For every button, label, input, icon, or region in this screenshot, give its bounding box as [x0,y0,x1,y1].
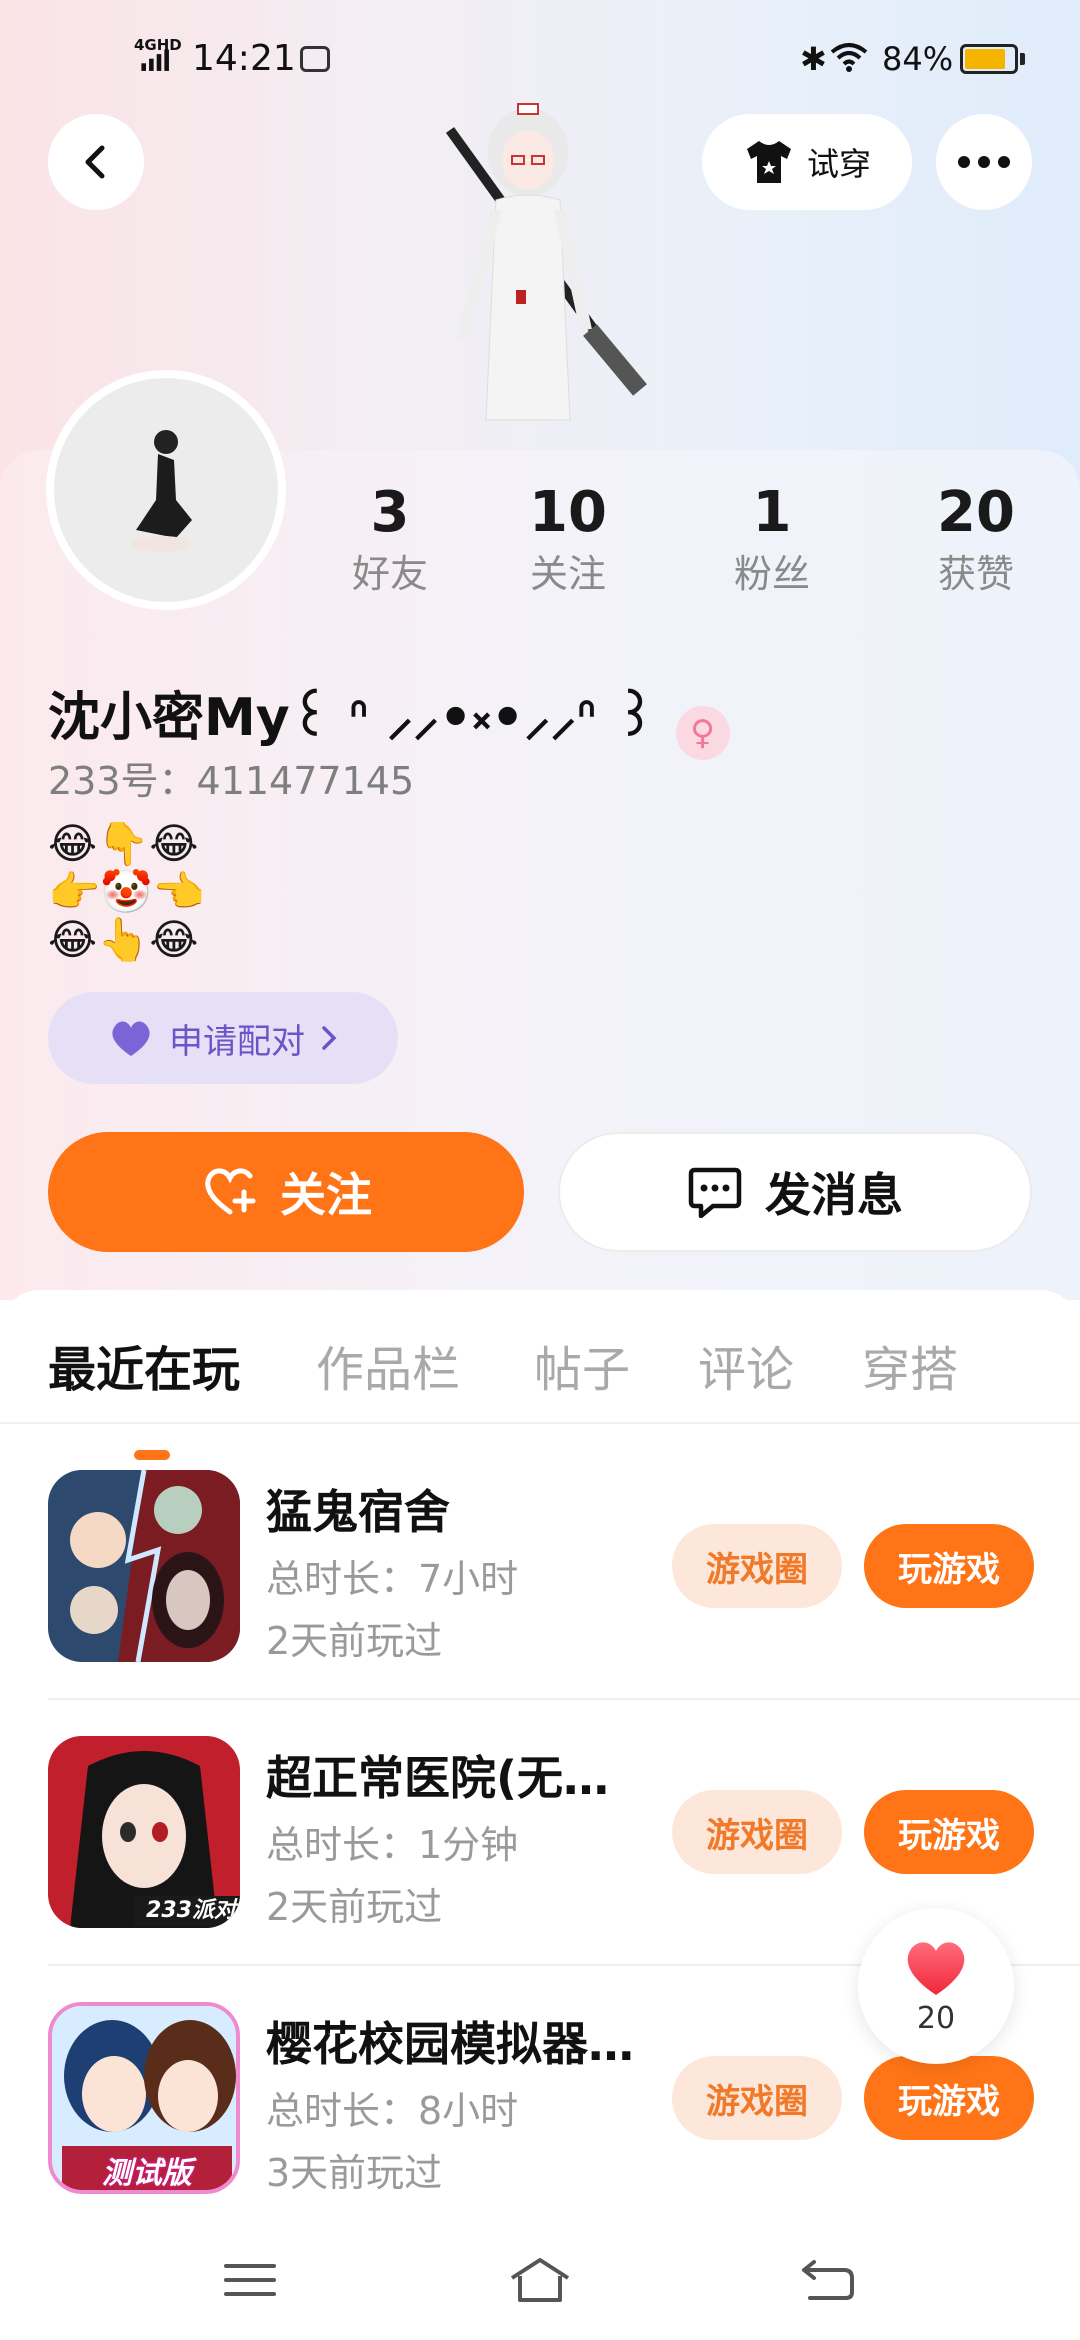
more-dots-icon [958,156,1010,168]
follow-label: 关注 [280,1168,372,1222]
row-divider [48,1698,1080,1700]
game-duration: 总时长：8小时 [266,2089,519,2133]
menu-icon [224,2264,276,2296]
chevron-left-icon [85,145,105,179]
stat-number: 3 [370,480,410,545]
bio: 😂👇😂 👉🤡👈 😂👆😂 [48,819,205,964]
profile-tabs: 最近在玩 作品栏 帖子 评论 穿搭 [0,1330,1080,1460]
stat-label: 关注 [529,552,606,596]
avatar[interactable] [46,370,286,610]
tabs-divider [0,1422,1080,1424]
stat-number: 1 [752,480,792,545]
chat-bubble-icon [688,1167,742,1218]
game-icon-badge: 233派对 [146,1898,236,1923]
game-icon-hospital[interactable]: 233派对 [48,1736,240,1928]
battery-percent: 84% [882,40,954,78]
avatar-figure-icon [132,430,192,552]
game-circle-button[interactable]: 游戏圈 [672,1790,842,1874]
game-icon-badge: 测试版 [102,2156,192,2191]
message-label: 发消息 [765,1168,903,1222]
tab-recently-played[interactable]: 最近在玩 [48,1330,240,1400]
heart-icon [112,1021,150,1056]
try-on-label: 试穿 [806,145,871,183]
app-notification-icon [300,46,330,72]
profile-stats: 3 好友 10 关注 1 粉丝 20 获赞 [310,478,1060,618]
game-icon-ghost-dorm[interactable] [48,1470,240,1662]
battery-icon [960,44,1018,74]
user-id: 233号：411477145 [48,759,415,803]
tab-outfits[interactable]: 穿搭 [862,1330,958,1400]
stat-friends[interactable]: 3 好友 [310,478,470,600]
menu-button[interactable] [200,2240,300,2320]
tab-works[interactable]: 作品栏 [316,1330,460,1400]
game-last-played: 3天前玩过 [266,2151,443,2195]
battery-cap [1020,53,1025,65]
play-game-button[interactable]: 玩游戏 [864,1524,1034,1608]
stat-number: 10 [529,480,607,545]
chevron-right-icon [322,1026,337,1050]
home-icon [510,2258,570,2302]
game-circle-button[interactable]: 游戏圈 [672,1524,842,1608]
list-item[interactable]: 猛鬼宿舍 总时长：7小时 2天前玩过 游戏圈 玩游戏 [48,1470,1080,1670]
female-icon: ♀ [675,706,730,760]
play-game-button[interactable]: 玩游戏 [864,1790,1034,1874]
try-on-button[interactable]: 试穿 [702,114,912,210]
game-last-played: 2天前玩过 [266,1885,443,1929]
system-nav-bar [0,2220,1080,2340]
tab-comments[interactable]: 评论 [698,1330,794,1400]
stat-label: 粉丝 [733,552,810,596]
send-message-button[interactable]: 发消息 [558,1132,1032,1252]
game-name: 猛鬼宿舍 [266,1485,450,1539]
stat-following[interactable]: 10 关注 [488,478,648,600]
back-button[interactable] [48,114,144,210]
game-icon-sakura-school[interactable]: 测试版 [48,2002,240,2194]
clock: 14:21 [192,38,296,79]
like-button[interactable]: 20 [858,1908,1014,2064]
content-panel: 最近在玩 作品栏 帖子 评论 穿搭 猛鬼宿舍 总时长：7小时 2天前玩过 游戏圈… [0,1290,1080,2340]
game-name: 超正常医院(无… [266,1751,610,1805]
game-duration: 总时长：1分钟 [266,1823,519,1867]
game-duration: 总时长：7小时 [266,1557,519,1601]
play-game-button[interactable]: 玩游戏 [864,2056,1034,2140]
stat-label: 好友 [351,552,428,596]
stat-fans[interactable]: 1 粉丝 [692,478,852,600]
tshirt-icon [746,141,791,183]
game-name: 樱花校园模拟器… [266,2017,634,2071]
bluetooth-icon: ✱ [800,40,827,78]
request-match-button[interactable]: 申请配对 [48,992,398,1084]
game-last-played: 2天前玩过 [266,1619,443,1663]
list-item[interactable]: 233派对 超正常医院(无… 总时长：1分钟 2天前玩过 游戏圈 玩游戏 [48,1736,1080,1936]
more-options-button[interactable] [936,114,1032,210]
return-icon [802,2260,854,2300]
stat-label: 获赞 [937,552,1014,596]
home-button[interactable] [490,2240,590,2320]
like-count: 20 [916,2000,956,2036]
avatar-3d-figure [445,103,647,421]
active-tab-indicator [134,1450,170,1460]
heart-icon [907,1941,965,1995]
wifi-icon [830,43,868,72]
tab-posts[interactable]: 帖子 [534,1330,630,1400]
signal-icon [141,49,169,71]
back-nav-button[interactable] [778,2240,878,2320]
match-label: 申请配对 [169,1021,305,1062]
follow-button[interactable]: 关注 [48,1132,524,1252]
game-circle-button[interactable]: 游戏圈 [672,2056,842,2140]
heart-plus-icon [205,1168,256,1215]
stat-likes[interactable]: 20 获赞 [896,478,1056,600]
stat-number: 20 [937,480,1015,545]
